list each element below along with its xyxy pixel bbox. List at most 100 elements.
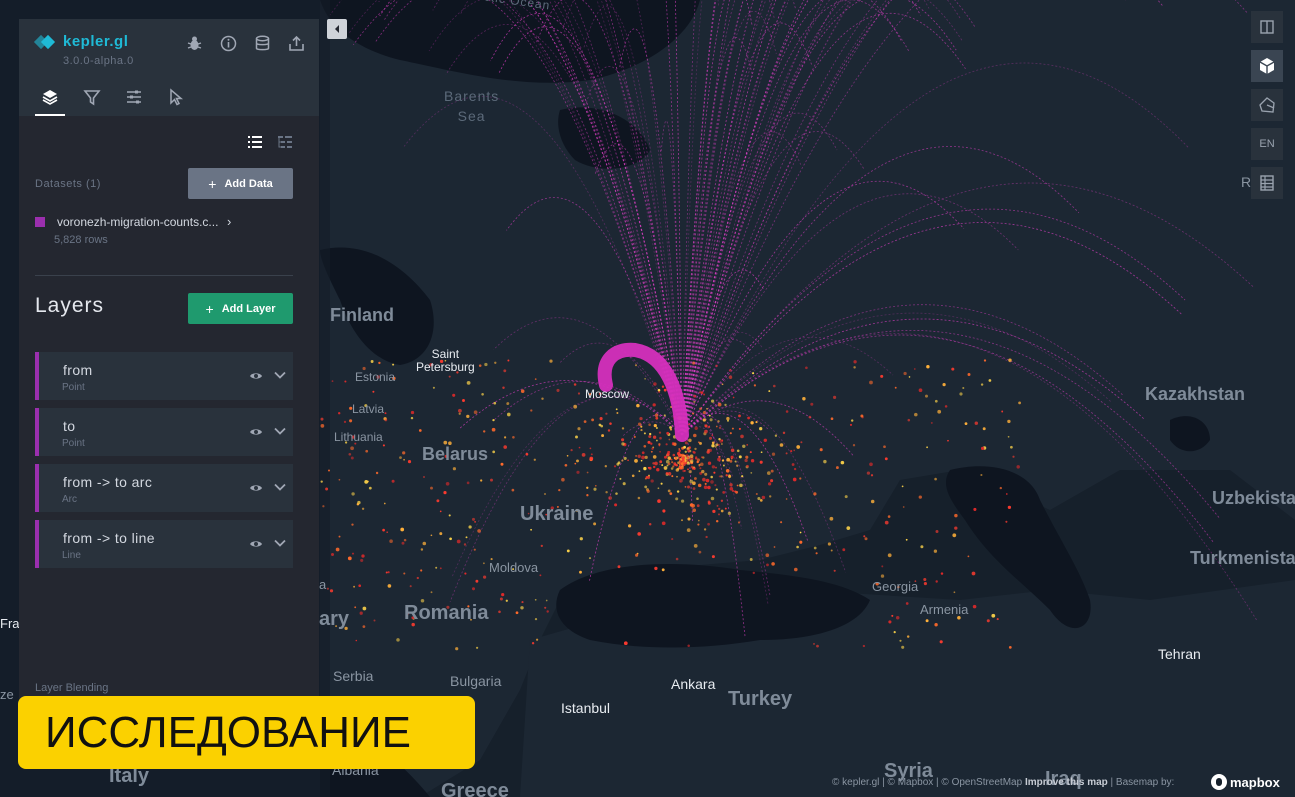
migration-point bbox=[901, 485, 904, 488]
migration-point bbox=[448, 375, 451, 378]
migration-point bbox=[689, 503, 694, 507]
attribution-text[interactable]: © kepler.gl | © Mapbox | © OpenStreetMap bbox=[832, 777, 1022, 788]
label-france-fragment: Fra bbox=[0, 616, 20, 631]
migration-point bbox=[501, 592, 505, 597]
bug-icon[interactable] bbox=[186, 35, 203, 52]
mapbox-logo[interactable]: mapbox bbox=[1211, 774, 1280, 790]
label-estonia: Estonia bbox=[355, 370, 396, 384]
migration-point bbox=[362, 625, 366, 628]
migration-point bbox=[566, 549, 570, 553]
migration-point bbox=[504, 436, 507, 439]
layer-item-line[interactable]: from -> to line Line bbox=[35, 520, 293, 568]
improve-map-link[interactable]: Improve this map bbox=[1025, 777, 1108, 788]
migration-point bbox=[566, 454, 569, 457]
layer-item-arc[interactable]: from -> to arc Arc bbox=[35, 464, 293, 512]
migration-point bbox=[870, 499, 875, 504]
migration-point bbox=[654, 413, 659, 418]
add-data-button[interactable]: + Add Data bbox=[188, 168, 293, 199]
migration-point bbox=[520, 606, 524, 610]
migration-point bbox=[535, 638, 539, 641]
migration-point bbox=[1008, 358, 1012, 362]
label-moscow: Moscow bbox=[585, 387, 630, 401]
layer-item-to[interactable]: to Point bbox=[35, 408, 293, 456]
migration-point bbox=[322, 505, 325, 508]
migration-point bbox=[589, 456, 594, 461]
migration-point bbox=[717, 420, 720, 423]
chevron-right-icon[interactable]: › bbox=[227, 214, 231, 229]
migration-point bbox=[799, 531, 802, 534]
chevron-down-icon[interactable] bbox=[273, 424, 287, 438]
tab-interactions[interactable] bbox=[119, 84, 149, 116]
migration-point bbox=[881, 565, 884, 568]
database-icon[interactable] bbox=[254, 35, 271, 52]
migration-point bbox=[420, 548, 424, 551]
eye-icon[interactable] bbox=[249, 369, 263, 383]
toggle-3d-button[interactable] bbox=[1251, 50, 1283, 82]
eye-icon[interactable] bbox=[249, 425, 263, 439]
language-button[interactable]: EN bbox=[1251, 128, 1283, 160]
migration-point bbox=[669, 492, 673, 495]
migration-point bbox=[705, 478, 710, 483]
split-map-button[interactable] bbox=[1251, 11, 1283, 43]
migration-point bbox=[370, 360, 374, 363]
app-version: 3.0.0-alpha.0 bbox=[63, 55, 134, 67]
migration-point bbox=[320, 417, 324, 421]
migration-point bbox=[443, 491, 447, 495]
migration-point bbox=[930, 421, 933, 424]
migration-point bbox=[835, 466, 839, 470]
migration-point bbox=[320, 424, 325, 428]
chevron-down-icon[interactable] bbox=[273, 480, 287, 494]
chevron-down-icon[interactable] bbox=[273, 536, 287, 550]
migration-point bbox=[971, 571, 976, 576]
migration-point bbox=[765, 553, 770, 558]
migration-point bbox=[715, 519, 719, 523]
migration-point bbox=[785, 498, 788, 500]
migration-point bbox=[702, 411, 706, 415]
dataset-color-swatch bbox=[35, 217, 45, 227]
tab-layers[interactable] bbox=[35, 84, 65, 116]
data-table-button[interactable] bbox=[1251, 167, 1283, 199]
draw-polygon-button[interactable] bbox=[1251, 89, 1283, 121]
migration-point bbox=[351, 523, 354, 526]
layer-name[interactable]: to bbox=[63, 418, 75, 434]
migration-point bbox=[991, 613, 996, 618]
migration-point bbox=[608, 496, 612, 500]
migration-point bbox=[766, 563, 769, 567]
tab-base-map[interactable] bbox=[161, 84, 191, 116]
layer-name[interactable]: from -> to line bbox=[63, 530, 155, 546]
migration-point bbox=[926, 364, 930, 369]
migration-point bbox=[721, 383, 724, 386]
label-serbia: Serbia bbox=[333, 668, 374, 684]
kepler-logo-icon bbox=[33, 34, 57, 50]
migration-point bbox=[644, 485, 648, 489]
migration-point bbox=[621, 442, 625, 446]
migration-point bbox=[1018, 401, 1021, 405]
eye-icon[interactable] bbox=[249, 537, 263, 551]
migration-point bbox=[477, 529, 481, 533]
migration-point bbox=[343, 420, 347, 424]
migration-point bbox=[664, 467, 666, 470]
migration-point bbox=[749, 558, 753, 561]
migration-point bbox=[653, 423, 657, 428]
migration-point bbox=[972, 604, 977, 609]
label-slovakia-fragment: a bbox=[319, 577, 327, 592]
info-icon[interactable] bbox=[220, 35, 237, 52]
collapse-panel-button[interactable] bbox=[327, 19, 347, 39]
migration-point bbox=[782, 431, 786, 435]
add-layer-button[interactable]: + Add Layer bbox=[188, 293, 293, 324]
eye-icon[interactable] bbox=[249, 481, 263, 495]
layer-item-from[interactable]: from Point bbox=[35, 352, 293, 400]
migration-point bbox=[774, 434, 778, 437]
tree-view-button[interactable] bbox=[277, 134, 293, 150]
share-icon[interactable] bbox=[288, 35, 305, 52]
tab-filters[interactable] bbox=[77, 84, 107, 116]
migration-point bbox=[661, 385, 665, 388]
migration-point bbox=[740, 434, 744, 439]
chevron-down-icon[interactable] bbox=[273, 368, 287, 382]
layer-name[interactable]: from bbox=[63, 362, 93, 378]
layer-name[interactable]: from -> to arc bbox=[63, 474, 152, 490]
migration-point bbox=[576, 459, 579, 463]
migration-point bbox=[635, 454, 638, 457]
list-view-button[interactable] bbox=[247, 134, 263, 150]
migration-point bbox=[402, 451, 406, 455]
